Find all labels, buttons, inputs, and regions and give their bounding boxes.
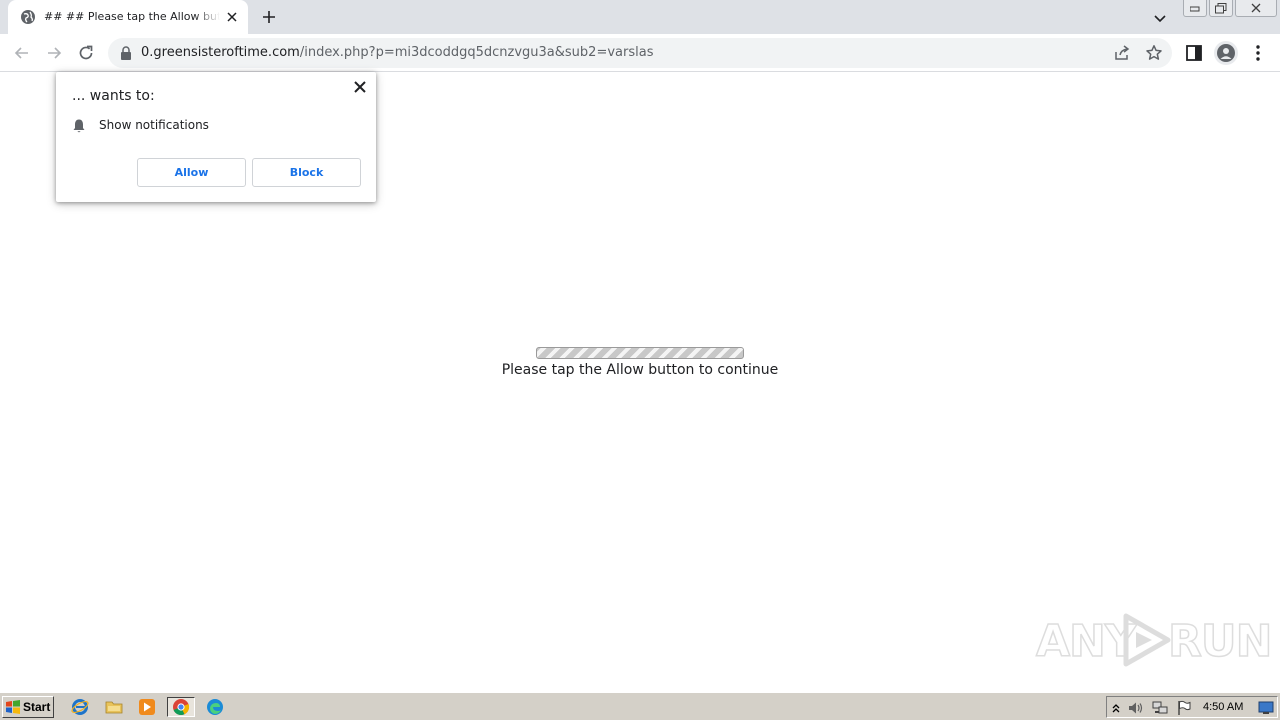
restore-button[interactable] [1209,0,1233,17]
desktop-icon [1258,701,1274,714]
back-button[interactable] [11,42,33,64]
url-path: /index.php?p=mi3dcoddgq5dcnzvgu3a&sub2=v… [299,45,654,60]
block-button[interactable]: Block [252,158,361,187]
folder-icon [105,701,123,714]
close-icon[interactable] [353,80,367,94]
arrow-left-icon [14,47,28,59]
edge-icon [207,699,223,715]
notification-permission-popup: ... wants to: Show notifications Allow B… [56,72,376,202]
system-tray: 4:50 AM [1106,696,1278,718]
close-tab-icon[interactable] [224,9,240,25]
explorer-launch[interactable] [103,697,125,717]
tab-title: ## ## Please tap the Allow button to con… [44,10,220,23]
window-controls [1183,0,1277,18]
lock-icon[interactable] [120,46,132,60]
minimize-button[interactable] [1183,0,1207,17]
taskbar: Start 4:50 AM [0,692,1280,720]
arrow-right-icon [48,47,62,59]
allow-button[interactable]: Allow [137,158,246,187]
media-player-icon [139,699,155,715]
share-icon[interactable] [1113,44,1131,62]
progress-bar [536,347,744,359]
chevron-down-icon[interactable] [1150,8,1170,28]
chevron-up-icon [1112,704,1120,713]
chrome-icon [173,699,190,715]
anyrun-watermark: ANY RUN [1035,606,1273,672]
taskbar-clock: 4:50 AM [1203,701,1244,713]
address-bar[interactable]: 0.greensisteroftime.com/index.php?p=mi3d… [108,38,1172,68]
media-player-launch[interactable] [136,697,158,717]
globe-icon [21,10,35,24]
reload-icon [79,45,93,60]
avatar-icon [1217,44,1235,62]
start-button[interactable]: Start [2,696,54,718]
chrome-launch[interactable] [167,697,195,717]
windows-logo-icon [6,700,20,714]
speaker-icon [1129,702,1143,714]
bookmark-star-icon[interactable] [1145,44,1163,62]
bell-icon [73,119,85,133]
url-text: 0.greensisteroftime.com/index.php?p=mi3d… [141,44,653,62]
tab-strip: ## ## Please tap the Allow button to con… [0,0,1280,34]
show-desktop-button[interactable] [1257,699,1275,717]
reload-button[interactable] [75,42,97,64]
minimize-icon [1190,6,1200,12]
start-label: Start [23,700,51,714]
forward-button[interactable] [43,42,65,64]
volume-button[interactable] [1127,699,1145,717]
watermark-text-right: RUN [1167,615,1273,668]
kebab-menu-icon[interactable] [1250,43,1266,63]
edge-launch[interactable] [204,697,226,717]
internet-explorer-launch[interactable] [69,697,91,717]
close-icon [1251,3,1261,13]
network-button[interactable] [1151,699,1169,717]
popup-heading: ... wants to: [72,88,155,104]
close-window-button[interactable] [1235,0,1277,17]
new-tab-button[interactable] [258,6,280,28]
play-logo-icon [1123,613,1171,667]
permission-label: Show notifications [99,118,209,132]
action-center-button[interactable] [1175,699,1193,717]
tray-expand-button[interactable] [1107,699,1125,717]
continue-message: Please tap the Allow button to continue [501,362,779,378]
browser-tab[interactable]: ## ## Please tap the Allow button to con… [8,0,248,34]
progress-fill [537,348,743,358]
url-host: 0.greensisteroftime.com [141,45,300,60]
plus-icon [263,11,275,23]
internet-explorer-icon [71,699,89,715]
flag-icon [1178,700,1191,715]
network-icon [1152,701,1168,714]
restore-icon [1215,2,1227,13]
side-panel-icon[interactable] [1184,43,1204,63]
browser-toolbar: 0.greensisteroftime.com/index.php?p=mi3d… [0,34,1280,72]
profile-button[interactable] [1214,41,1238,65]
